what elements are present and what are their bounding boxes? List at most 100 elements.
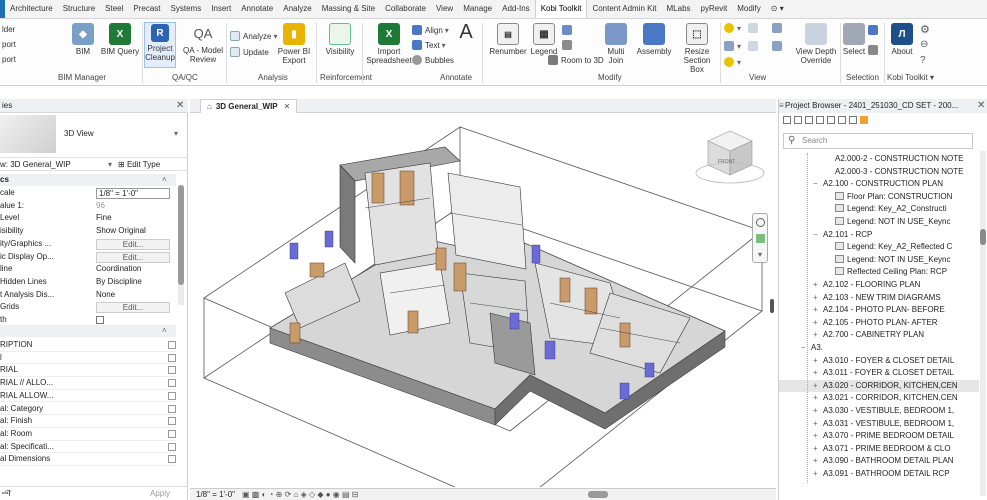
browser-sheet-item[interactable]: + A3.091 - BATHROOM DETAIL RCP [779,468,979,481]
apply-button[interactable]: Apply [150,487,170,500]
chevron-down-icon[interactable]: ▾ [108,158,112,171]
ribbon-cut-item[interactable]: port [2,40,16,49]
home-icon[interactable] [783,116,791,124]
value-field[interactable] [168,455,176,464]
tab-view[interactable]: View [431,0,458,18]
tab-structure[interactable]: Structure [58,0,100,18]
graphics-group-header[interactable]: cs ˄ [0,174,176,186]
search-toolbar-icon[interactable] [794,116,802,124]
value-field[interactable] [168,379,176,388]
ribbon-cut-item[interactable]: port [2,55,16,64]
view-tool-button[interactable]: ▾ [724,57,741,67]
search-input-placeholder[interactable]: Search [802,134,827,148]
tab-steel[interactable]: Steel [100,0,128,18]
edit-button[interactable]: Edit... [96,302,170,314]
filter-button[interactable] [868,25,881,35]
view-tool-button[interactable] [772,41,785,51]
viewcube[interactable]: FRONT [695,130,765,184]
scrollbar-thumb[interactable] [178,185,184,285]
expand-icon[interactable]: + [813,279,823,292]
browser-scrollbar[interactable] [980,151,986,496]
expand-icon[interactable]: + [813,304,823,317]
identity-data-row[interactable]: al: Specificati... [0,441,176,454]
browser-view-item[interactable]: Legend: Key_A2_Constructi [779,203,979,216]
expand-icon[interactable]: + [813,317,823,330]
expand-icon[interactable]: + [813,355,823,368]
project-cleanup-button[interactable]: R Project Cleanup [144,22,176,68]
browser-sheet-item[interactable]: + A2.105 - PHOTO PLAN- AFTER [779,317,979,330]
expand-icon[interactable]: + [813,380,823,393]
refresh-button[interactable]: ⊖ [920,39,928,50]
data-group-header[interactable]: ˄ [0,325,176,337]
browser-view-item[interactable]: Legend: NOT IN USE_Keync [779,216,979,229]
property-value[interactable]: Coordination [96,263,170,276]
browser-view-item[interactable]: Reflected Ceiling Plan: RCP [779,266,979,279]
settings-button[interactable]: ⚙ [920,23,930,36]
browser-sheet-item[interactable]: + A2.103 - NEW TRIM DIAGRAMS [779,292,979,305]
tab-precast[interactable]: Precast [128,0,165,18]
value-field[interactable] [168,353,176,362]
expand-icon[interactable]: + [813,468,823,481]
text-button[interactable]: Text ▾ [412,40,446,50]
collapse-icon[interactable]: ˄ [162,174,167,186]
tab-pyrevit[interactable]: pyRevit [696,0,733,18]
properties-scrollbar[interactable] [178,185,184,305]
browser-sheet-item[interactable]: + A3.010 - FOYER & CLOSET DETAIL [779,355,979,368]
view-grid-button[interactable] [748,41,761,51]
room-to-3d-button[interactable]: Room to 3D [548,55,604,65]
browser-sheet-item[interactable]: + A3.031 - VESTIBULE, BEDROOM 1, [779,418,979,431]
tab-annotate[interactable]: Annotate [236,0,278,18]
type-dropdown-icon[interactable]: ▾ [174,129,178,138]
ribbon-cut-item[interactable]: lder [2,25,15,34]
browser-sheet-item[interactable]: + A2.104 - PHOTO PLAN- BEFORE [779,304,979,317]
zoom-icon[interactable] [756,234,765,243]
steering-wheel-icon[interactable] [756,218,765,227]
tab-manage[interactable]: Manage [458,0,497,18]
properties-help-icon[interactable]: ꟷ͡l [2,487,10,500]
tab-overflow-icon[interactable]: ⊙ ▾ [766,0,789,18]
value-field[interactable] [168,366,176,375]
view-tool-button[interactable]: ▾ [724,41,741,51]
select-button[interactable]: Select [842,23,866,56]
close-tab-icon[interactable]: ✕ [284,100,291,113]
bim-button[interactable]: ◆ BIM [70,23,96,56]
expand-icon[interactable]: + [813,292,823,305]
view-scale[interactable]: 1/8" = 1'-0" [196,489,235,500]
tab-collaborate[interactable]: Collaborate [380,0,431,18]
collapse-icon[interactable]: − [801,342,811,355]
identity-data-row[interactable]: RIAL // ALLO... [0,377,176,390]
property-value[interactable]: Show Original [96,225,170,238]
collapse-icon[interactable]: ˄ [162,325,167,337]
tab-add-ins[interactable]: Add-Ins [497,0,535,18]
expand-icon[interactable]: + [813,443,823,456]
property-value[interactable]: None [96,289,170,302]
browser-view-item[interactable]: Floor Plan: CONSTRUCTION [779,191,979,204]
align-button[interactable]: Align ▾ [412,25,449,35]
view-control-icons[interactable]: ▣ ▩ ◐ ◔ ⊕ ⟳ ⌂ ◈ ◇ ◆ ● ◉ ▤ ⊟ [242,489,358,500]
tab-kobi-toolkit[interactable]: Kobi Toolkit [534,0,588,18]
identity-data-row[interactable]: RIAL [0,364,176,378]
tab-analyze[interactable]: Analyze [278,0,316,18]
expand-icon[interactable]: + [813,329,823,342]
view-depth-override-button[interactable]: View Depth Override [794,23,838,65]
browser-sheet-item[interactable]: + A2.102 - FLOORING PLAN [779,279,979,292]
view-tool-button[interactable] [772,23,785,33]
nav-dropdown-icon[interactable]: ▾ [758,250,762,259]
identity-data-row[interactable]: al Dimensions [0,453,176,466]
identity-data-row[interactable]: RIAL ALLOW... [0,390,176,403]
identity-data-row[interactable]: l [0,352,176,365]
value-field[interactable] [168,404,176,413]
browser-sheet-item[interactable]: + A3.071 - PRIME BEDROOM & CLO [779,443,979,456]
sheet-icon[interactable] [805,116,813,124]
browser-sheet-item[interactable]: − A2.100 - CONSTRUCTION PLAN [779,178,979,191]
canvas-scrollbar-thumb[interactable] [770,299,774,313]
text-a-button[interactable]: A [456,21,476,45]
filter-icon[interactable] [838,116,846,124]
analyze-button[interactable]: Analyze ▾ [230,31,277,41]
update-button[interactable]: Update [230,47,269,57]
renumber-button[interactable]: ▤ Renumber [488,23,528,56]
view-tab-3d-general[interactable]: ⌂ 3D General_WIP ✕ [200,99,298,113]
visibility-button[interactable]: Visibility [322,23,358,56]
legend-button[interactable]: ▦ Legend [530,23,558,56]
browser-sheet-item[interactable]: − A3. [779,342,979,355]
